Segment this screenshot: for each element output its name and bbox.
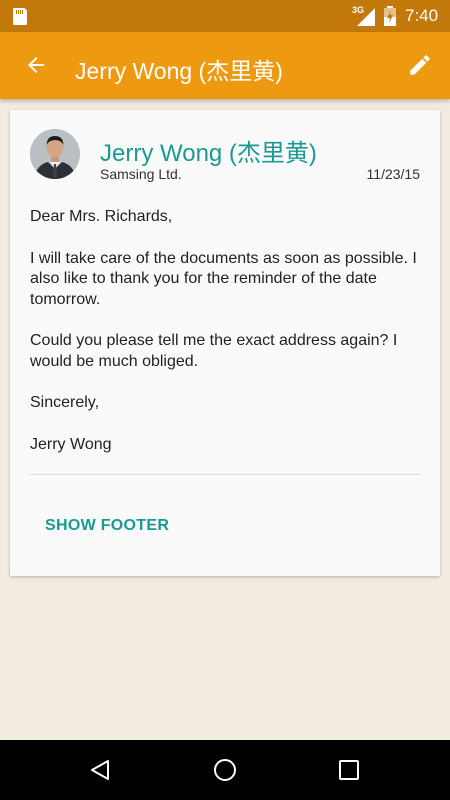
edit-button[interactable] [398, 43, 442, 87]
message-paragraph: Jerry Wong [30, 435, 112, 453]
message-paragraph: Could you please tell me the exact addre… [30, 332, 398, 370]
show-footer-button[interactable]: SHOW FOOTER [35, 506, 179, 546]
signal-icon [357, 8, 375, 26]
status-time: 7:40 [405, 6, 439, 25]
nav-home-button[interactable] [201, 746, 249, 794]
back-button[interactable] [14, 43, 58, 87]
page-title: Jerry Wong (杰里黄) [75, 58, 283, 84]
sender-company: Samsing Ltd. [100, 166, 182, 182]
triangle-back-icon [91, 760, 109, 780]
message-body: Dear Mrs. Richards, I will take care of … [30, 207, 430, 476]
navigation-bar [0, 740, 450, 800]
message-paragraph: Sincerely, [30, 394, 100, 411]
message-card: Jerry Wong (杰里黄) Samsing Ltd. 11/23/15 D… [10, 110, 440, 576]
pencil-icon [410, 55, 430, 75]
divider [30, 474, 420, 475]
status-bar: 3G 7:40 [0, 0, 450, 32]
nav-recents-button[interactable] [325, 746, 373, 794]
sender-name: Jerry Wong (杰里黄) [100, 140, 317, 167]
message-paragraph: I will take care of the documents as soo… [30, 249, 417, 308]
battery-charging-icon [384, 6, 396, 26]
message-date: 11/23/15 [366, 166, 420, 182]
nav-back-button[interactable] [76, 746, 124, 794]
circle-home-icon [214, 759, 236, 781]
sender-photo [30, 129, 80, 179]
avatar[interactable] [30, 129, 80, 179]
arrow-back-icon [28, 57, 44, 73]
message-paragraph: Dear Mrs. Richards, [30, 208, 173, 225]
sd-card-icon [13, 8, 27, 25]
square-recents-icon [339, 760, 359, 780]
app-bar: Jerry Wong (杰里黄) [0, 32, 450, 99]
